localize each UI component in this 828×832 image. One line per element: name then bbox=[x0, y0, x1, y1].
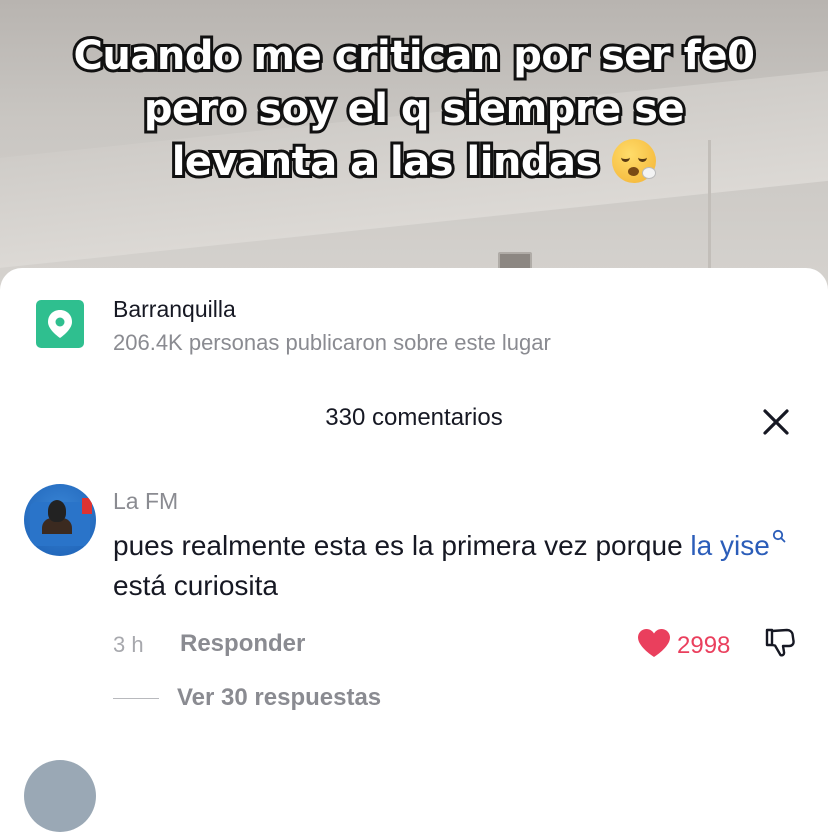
view-replies-label: Ver 30 respuestas bbox=[177, 684, 382, 711]
mention-link[interactable]: la yise bbox=[690, 530, 769, 561]
divider bbox=[113, 698, 159, 699]
avatar[interactable] bbox=[24, 484, 96, 556]
comment-text-before: pues realmente esta es la primera vez po… bbox=[113, 530, 691, 561]
comment-text: pues realmente esta es la primera vez po… bbox=[113, 526, 803, 606]
heart-icon bbox=[638, 629, 670, 657]
search-icon bbox=[772, 529, 786, 543]
comment-item: La FM pues realmente esta es la primera … bbox=[0, 484, 828, 724]
place-row[interactable]: Barranquilla 206.4K personas publicaron … bbox=[36, 296, 808, 360]
reply-button[interactable]: Responder bbox=[180, 630, 305, 658]
close-icon[interactable] bbox=[760, 406, 792, 438]
comment-meta: 3 h Responder 2998 bbox=[113, 624, 803, 664]
comment-text-after: está curiosita bbox=[113, 570, 278, 601]
comment-time: 3 h bbox=[113, 632, 144, 657]
face-exhaling-emoji-icon bbox=[612, 139, 657, 183]
comment-author[interactable]: La FM bbox=[113, 488, 178, 515]
comment-count: 330 comentarios bbox=[325, 404, 503, 431]
dislike-icon[interactable] bbox=[764, 626, 796, 658]
comments-sheet: Barranquilla 206.4K personas publicaron … bbox=[0, 268, 828, 769]
next-comment-avatar[interactable] bbox=[24, 760, 96, 832]
like-count: 2998 bbox=[677, 632, 731, 659]
location-pin-icon bbox=[36, 300, 84, 348]
video-background: Cuando me critican por ser fe0 pero soy … bbox=[0, 0, 828, 300]
place-name: Barranquilla bbox=[113, 296, 236, 322]
place-subtitle: 206.4K personas publicaron sobre este lu… bbox=[113, 330, 551, 355]
video-caption: Cuando me critican por ser fe0 pero soy … bbox=[60, 30, 768, 189]
